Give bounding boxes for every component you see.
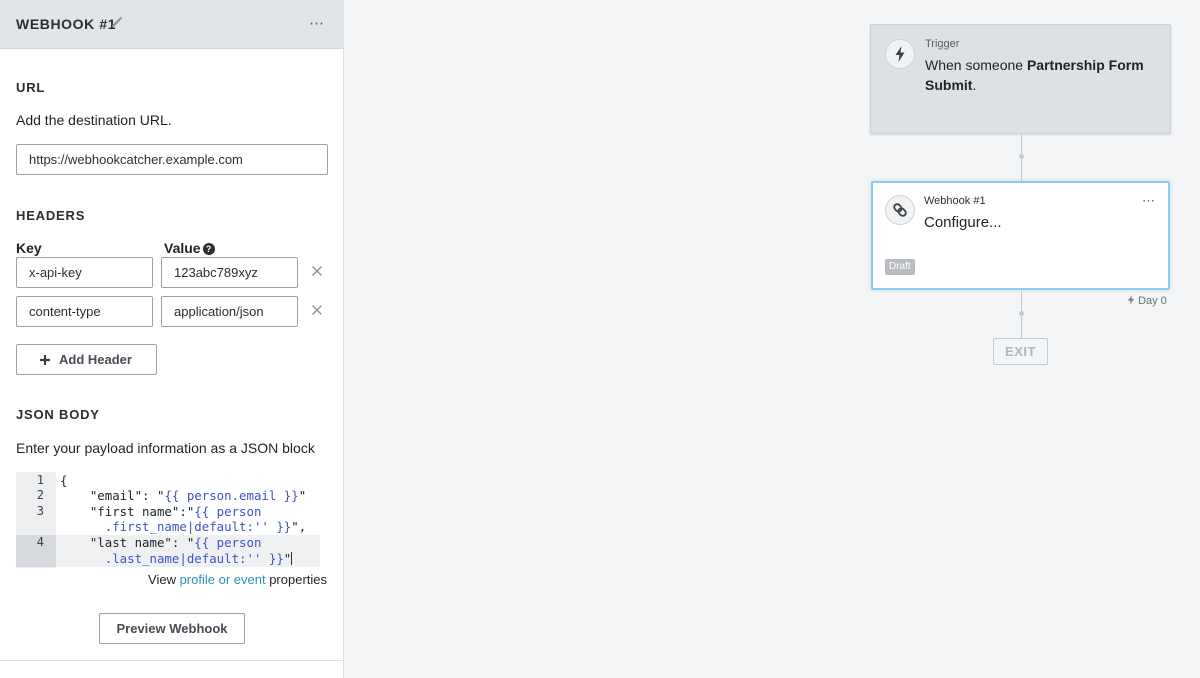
more-icon[interactable]: ⋯ bbox=[1142, 193, 1156, 209]
add-header-button[interactable]: Add Header bbox=[16, 344, 157, 375]
trigger-card[interactable]: Trigger When someone Partnership Form Su… bbox=[870, 24, 1171, 134]
headers-section-title: HEADERS bbox=[16, 208, 86, 223]
bolt-icon bbox=[1127, 295, 1135, 305]
properties-hint: View profile or event properties bbox=[148, 572, 327, 587]
url-section-title: URL bbox=[16, 80, 46, 95]
header-key-input[interactable]: x-api-key bbox=[16, 257, 153, 288]
value-label-text: Value bbox=[164, 240, 201, 256]
code-line: { bbox=[60, 473, 68, 488]
close-icon[interactable] bbox=[309, 302, 325, 318]
properties-link[interactable]: profile or event bbox=[180, 572, 266, 587]
value-column-label: Value? bbox=[164, 240, 215, 256]
webhook-card[interactable]: Webhook #1 Configure... ⋯ Draft bbox=[871, 181, 1170, 290]
link-icon bbox=[885, 195, 915, 225]
code-line: .first_name|default:'' }}", bbox=[60, 519, 307, 534]
url-help-text: Add the destination URL. bbox=[16, 112, 172, 128]
pencil-icon[interactable] bbox=[110, 15, 124, 29]
line-number: 3 bbox=[36, 504, 44, 518]
header-value-input[interactable]: 123abc789xyz bbox=[161, 257, 298, 288]
connector-dot bbox=[1019, 311, 1024, 316]
line-number: 4 bbox=[36, 535, 44, 549]
more-icon[interactable]: ⋯ bbox=[309, 14, 325, 32]
code-line: .last_name|default:'' }}" bbox=[60, 551, 293, 566]
line-number: 2 bbox=[36, 488, 44, 502]
webhook-label: Webhook #1 bbox=[924, 195, 986, 207]
trigger-label: Trigger bbox=[925, 38, 960, 50]
code-line: "first name":"{{ person bbox=[60, 504, 262, 519]
delay-label: Day 0 bbox=[1127, 295, 1167, 307]
panel-title: WEBHOOK #1 bbox=[16, 16, 117, 32]
help-icon[interactable]: ? bbox=[202, 243, 215, 255]
plus-icon bbox=[40, 355, 50, 365]
header-key-input[interactable]: content-type bbox=[16, 296, 153, 327]
connector-dot bbox=[1019, 154, 1024, 159]
close-icon[interactable] bbox=[309, 263, 325, 279]
json-help-text: Enter your payload information as a JSON… bbox=[16, 440, 315, 456]
exit-node[interactable]: EXIT bbox=[993, 338, 1048, 365]
key-column-label: Key bbox=[16, 240, 42, 256]
bolt-icon bbox=[885, 39, 915, 69]
panel-header: WEBHOOK #1 ⋯ bbox=[0, 0, 344, 49]
json-section-title: JSON BODY bbox=[16, 407, 100, 422]
code-line: "email": "{{ person.email }}" bbox=[60, 488, 307, 503]
code-line: "last name": "{{ person bbox=[60, 535, 262, 550]
url-input[interactable]: https://webhookcatcher.example.com bbox=[16, 144, 328, 175]
json-code-editor[interactable]: 1 2 3 4 { "email": "{{ person.email }}" … bbox=[16, 472, 320, 568]
add-header-label: Add Header bbox=[59, 352, 132, 367]
divider bbox=[0, 660, 344, 661]
line-number: 1 bbox=[36, 473, 44, 487]
preview-webhook-button[interactable]: Preview Webhook bbox=[99, 613, 245, 644]
status-badge: Draft bbox=[885, 259, 915, 275]
webhook-editor-panel: WEBHOOK #1 ⋯ URL Add the destination URL… bbox=[0, 0, 344, 678]
text-cursor bbox=[291, 552, 293, 565]
trigger-description: When someone Partnership Form Submit. bbox=[925, 57, 1144, 93]
header-value-input[interactable]: application/json bbox=[161, 296, 298, 327]
webhook-configure-text: Configure... bbox=[924, 214, 1002, 231]
